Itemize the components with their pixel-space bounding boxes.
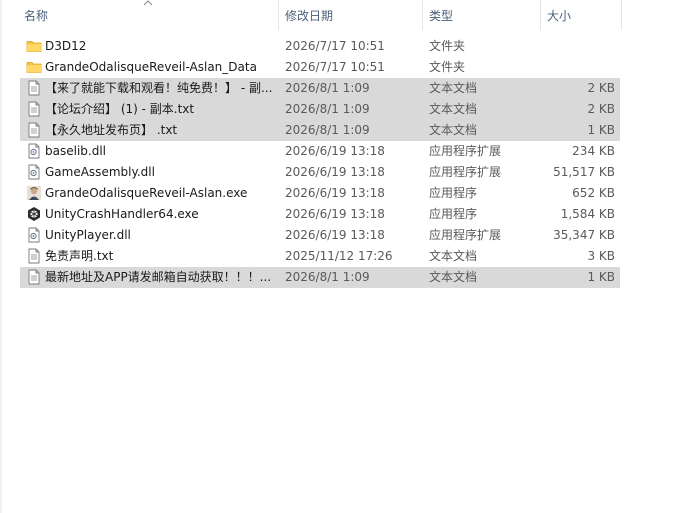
text-file-icon <box>26 248 42 264</box>
file-name: baselib.dll <box>45 144 106 158</box>
text-file-icon <box>26 80 42 96</box>
file-modified-date: 2026/7/17 10:51 <box>285 39 385 53</box>
file-list: D3D12 2026/7/17 10:51 文件夹 GrandeOdalisqu… <box>20 36 620 288</box>
file-modified-date: 2026/8/1 1:09 <box>285 102 370 116</box>
file-modified-date: 2026/6/19 13:18 <box>285 228 385 242</box>
column-header-name[interactable]: 名称 <box>18 0 278 33</box>
file-modified-date: 2026/6/19 13:18 <box>285 165 385 179</box>
pane-left-border <box>0 0 2 513</box>
file-name: 免责声明.txt <box>45 249 114 263</box>
file-size: 3 KB <box>587 249 615 263</box>
dll-file-icon <box>26 143 42 159</box>
file-row[interactable]: GameAssembly.dll 2026/6/19 13:18 应用程序扩展 … <box>20 162 620 183</box>
text-file-icon <box>26 269 42 285</box>
column-resize-handle[interactable] <box>621 0 622 30</box>
folder-icon <box>26 38 42 54</box>
unity-exe-icon <box>26 206 42 222</box>
file-name: 最新地址及APP请发邮箱自动获取！！！... <box>45 270 272 284</box>
file-modified-date: 2026/6/19 13:18 <box>285 186 385 200</box>
file-type: 文件夹 <box>429 39 466 53</box>
file-row[interactable]: 免责声明.txt 2025/11/12 17:26 文本文档 3 KB <box>20 246 620 267</box>
file-row[interactable]: baselib.dll 2026/6/19 13:18 应用程序扩展 234 K… <box>20 141 620 162</box>
column-header-date[interactable]: 修改日期 <box>279 0 422 33</box>
file-size <box>541 36 615 57</box>
file-size: 1 KB <box>587 123 615 137</box>
file-row[interactable]: 【永久地址发布页】 .txt 2026/8/1 1:09 文本文档 1 KB <box>20 120 620 141</box>
dll-file-icon <box>26 227 42 243</box>
file-name: D3D12 <box>45 39 87 53</box>
file-modified-date: 2025/11/12 17:26 <box>285 249 393 263</box>
file-modified-date: 2026/7/17 10:51 <box>285 60 385 74</box>
dll-file-icon <box>26 164 42 180</box>
file-size: 2 KB <box>587 102 615 116</box>
file-type: 文本文档 <box>429 249 478 263</box>
file-type: 文本文档 <box>429 81 478 95</box>
game-exe-icon <box>26 185 42 201</box>
file-row[interactable]: 【论坛介绍】 (1) - 副本.txt 2026/8/1 1:09 文本文档 2… <box>20 99 620 120</box>
folder-icon <box>26 59 42 75</box>
file-modified-date: 2026/8/1 1:09 <box>285 270 370 284</box>
text-file-icon <box>26 101 42 117</box>
file-name: GrandeOdalisqueReveil-Aslan.exe <box>45 186 248 200</box>
file-name: 【论坛介绍】 (1) - 副本.txt <box>45 102 195 116</box>
file-type: 文本文档 <box>429 102 478 116</box>
file-name: UnityCrashHandler64.exe <box>45 207 199 221</box>
file-type: 文件夹 <box>429 60 466 74</box>
file-type: 文本文档 <box>429 270 478 284</box>
file-row[interactable]: 【来了就能下载和观看！纯免费！】 - 副... 2026/8/1 1:09 文本… <box>20 78 620 99</box>
file-size: 1,584 KB <box>560 207 615 221</box>
file-row[interactable]: UnityPlayer.dll 2026/6/19 13:18 应用程序扩展 3… <box>20 225 620 246</box>
file-name: 【永久地址发布页】 .txt <box>45 123 178 137</box>
file-size <box>541 57 615 78</box>
file-size: 652 KB <box>572 186 615 200</box>
file-row[interactable]: GrandeOdalisqueReveil-Aslan.exe 2026/6/1… <box>20 183 620 204</box>
text-file-icon <box>26 122 42 138</box>
file-modified-date: 2026/6/19 13:18 <box>285 207 385 221</box>
file-size: 234 KB <box>572 144 615 158</box>
file-type: 文本文档 <box>429 123 478 137</box>
file-size: 1 KB <box>587 270 615 284</box>
file-type: 应用程序扩展 <box>429 228 502 242</box>
file-list-pane: 名称 修改日期 类型 大小 D3D12 2026/7/17 10:51 文件夹 … <box>0 0 692 513</box>
file-modified-date: 2026/6/19 13:18 <box>285 144 385 158</box>
file-size: 2 KB <box>587 81 615 95</box>
column-header-type[interactable]: 类型 <box>423 0 540 33</box>
file-name: UnityPlayer.dll <box>45 228 131 242</box>
file-row[interactable]: D3D12 2026/7/17 10:51 文件夹 <box>20 36 620 57</box>
file-name: GrandeOdalisqueReveil-Aslan_Data <box>45 60 257 74</box>
file-type: 应用程序 <box>429 207 478 221</box>
file-modified-date: 2026/8/1 1:09 <box>285 123 370 137</box>
column-header-size[interactable]: 大小 <box>541 0 621 33</box>
file-row[interactable]: UnityCrashHandler64.exe 2026/6/19 13:18 … <box>20 204 620 225</box>
file-name: 【来了就能下载和观看！纯免费！】 - 副... <box>45 81 273 95</box>
file-type: 应用程序扩展 <box>429 165 502 179</box>
file-size: 51,517 KB <box>553 165 615 179</box>
column-header-bar: 名称 修改日期 类型 大小 <box>18 0 622 33</box>
file-name: GameAssembly.dll <box>45 165 155 179</box>
file-type: 应用程序 <box>429 186 478 200</box>
file-size: 35,347 KB <box>553 228 615 242</box>
file-type: 应用程序扩展 <box>429 144 502 158</box>
file-row[interactable]: GrandeOdalisqueReveil-Aslan_Data 2026/7/… <box>20 57 620 78</box>
file-modified-date: 2026/8/1 1:09 <box>285 81 370 95</box>
file-row[interactable]: 最新地址及APP请发邮箱自动获取！！！... 2026/8/1 1:09 文本文… <box>20 267 620 288</box>
